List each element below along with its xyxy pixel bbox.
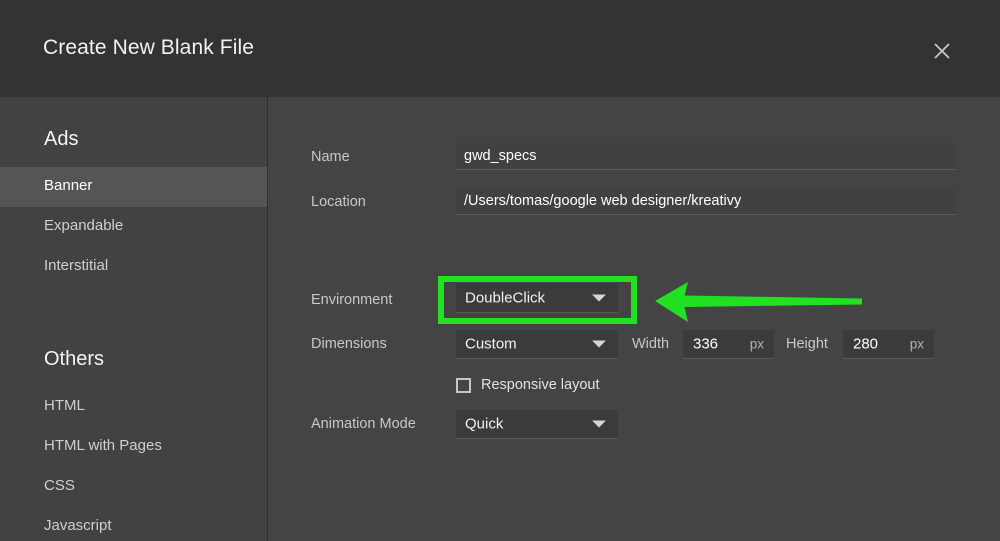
- sidebar-item-label: CSS: [44, 477, 75, 494]
- environment-label: Environment: [311, 292, 393, 308]
- name-input[interactable]: [456, 143, 956, 170]
- sidebar-item-label: Expandable: [44, 217, 124, 234]
- responsive-layout-checkbox[interactable]: [456, 378, 471, 393]
- sidebar-item-interstitial[interactable]: Interstitial: [0, 247, 267, 287]
- sidebar-group-ads-title: Ads: [44, 128, 79, 150]
- location-label: Location: [311, 194, 366, 210]
- height-label: Height: [786, 336, 828, 352]
- dimensions-select[interactable]: Custom: [456, 330, 618, 359]
- sidebar-group-others-title: Others: [44, 348, 105, 370]
- sidebar-item-css[interactable]: CSS: [0, 467, 267, 507]
- chevron-down-icon: [592, 294, 606, 301]
- sidebar-item-html-with-pages[interactable]: HTML with Pages: [0, 427, 267, 467]
- sidebar-item-label: Interstitial: [44, 257, 109, 274]
- dialog-titlebar: Create New Blank File: [0, 0, 1000, 97]
- animation-mode-select[interactable]: Quick: [456, 410, 618, 439]
- create-new-blank-file-dialog: Create New Blank File Ads Banner Expanda…: [0, 0, 1000, 541]
- chevron-down-icon: [592, 340, 606, 348]
- chevron-down-icon: [592, 420, 606, 428]
- animation-mode-value: Quick: [465, 415, 504, 433]
- dimensions-value: Custom: [465, 335, 517, 353]
- form-panel: Name Location Environment DoubleClick Di…: [268, 97, 1000, 541]
- width-value: 336: [693, 335, 719, 353]
- sidebar-item-banner[interactable]: Banner: [0, 167, 267, 207]
- page-title: Create New Blank File: [43, 36, 255, 59]
- width-unit: px: [749, 336, 764, 352]
- height-value: 280: [853, 335, 879, 353]
- location-input[interactable]: [456, 188, 956, 215]
- height-unit: px: [909, 336, 924, 352]
- sidebar-item-label: HTML with Pages: [44, 437, 162, 454]
- sidebar-item-html[interactable]: HTML: [0, 387, 267, 427]
- dimensions-label: Dimensions: [311, 336, 387, 352]
- width-label: Width: [632, 336, 670, 352]
- sidebar-item-label: HTML: [44, 397, 85, 414]
- width-input[interactable]: 336 px: [683, 330, 774, 359]
- responsive-layout-label: Responsive layout: [481, 377, 600, 393]
- height-input[interactable]: 280 px: [843, 330, 934, 359]
- name-label: Name: [311, 149, 350, 165]
- sidebar-item-label: Javascript: [44, 517, 112, 534]
- environment-select[interactable]: DoubleClick: [456, 283, 618, 313]
- sidebar-item-label: Banner: [44, 177, 93, 194]
- sidebar-item-expandable[interactable]: Expandable: [0, 207, 267, 247]
- environment-value: DoubleClick: [465, 289, 546, 306]
- animation-mode-label: Animation Mode: [311, 416, 416, 432]
- sidebar-item-javascript[interactable]: Javascript: [0, 507, 267, 541]
- close-icon[interactable]: [922, 31, 962, 71]
- category-sidebar: Ads Banner Expandable Interstitial Other…: [0, 97, 267, 541]
